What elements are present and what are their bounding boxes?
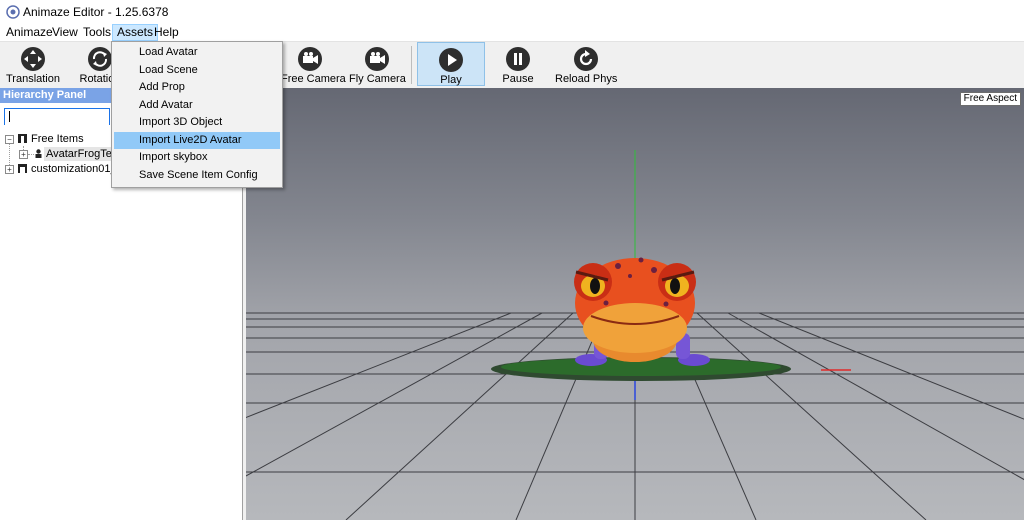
assets-dropdown-menu: Load Avatar Load Scene Add Prop Add Avat… xyxy=(111,41,283,188)
rotation-icon xyxy=(88,47,112,71)
menu-view[interactable]: View xyxy=(48,25,82,40)
play-label: Play xyxy=(440,74,462,86)
folder-node-icon xyxy=(18,134,27,143)
hierarchy-panel-title: Hierarchy Panel xyxy=(3,89,87,101)
translation-icon xyxy=(21,47,45,71)
fly-camera-label: Fly Camera xyxy=(349,73,406,85)
hierarchy-search-input[interactable] xyxy=(5,109,109,125)
pause-button[interactable]: Pause xyxy=(490,42,546,86)
pause-label: Pause xyxy=(502,73,534,85)
tree-item-avatar[interactable]: + AvatarFrogTest xyxy=(0,147,123,161)
menu-item-import-skybox[interactable]: Import skybox xyxy=(114,149,280,166)
camera-icon xyxy=(365,47,389,71)
free-camera-label: Free Camera xyxy=(281,73,346,85)
free-camera-button[interactable]: Free Camera xyxy=(281,42,346,86)
avatar-node-icon xyxy=(35,149,42,158)
fly-camera-button[interactable]: Fly Camera xyxy=(349,42,406,86)
tree-item-customization[interactable]: + customization01_sc xyxy=(0,162,128,176)
menu-item-save-scene-item-config[interactable]: Save Scene Item Config xyxy=(114,167,280,184)
menu-help[interactable]: Help xyxy=(150,25,183,40)
reload-icon xyxy=(574,47,598,71)
pause-icon xyxy=(506,47,530,71)
window-title: Animaze Editor - 1.25.6378 xyxy=(23,5,169,19)
translation-button[interactable]: Translation xyxy=(0,42,66,86)
toolbar-separator xyxy=(411,46,412,84)
play-button[interactable]: Play xyxy=(417,42,485,86)
reload-physics-button[interactable]: Reload Phys xyxy=(555,42,617,86)
reload-physics-label: Reload Phys xyxy=(555,73,618,85)
menu-item-import-live2d-avatar[interactable]: Import Live2D Avatar xyxy=(114,131,280,149)
collapse-icon[interactable]: − xyxy=(5,135,14,144)
hierarchy-search-field[interactable] xyxy=(4,108,110,125)
scene-viewport[interactable]: Free Aspect xyxy=(246,88,1024,520)
expand-icon[interactable]: + xyxy=(19,150,28,159)
frog-avatar xyxy=(574,257,710,366)
animaze-logo-icon xyxy=(6,5,20,19)
play-icon xyxy=(439,48,463,72)
tree-item-label: Free Items xyxy=(31,133,84,145)
aspect-ratio-dropdown[interactable]: Free Aspect xyxy=(959,92,1021,106)
translation-label: Translation xyxy=(5,73,60,85)
text-caret xyxy=(9,111,10,122)
scene-node-icon xyxy=(18,164,27,173)
menu-bar: Animaze View Tools Assets Help xyxy=(0,24,1024,42)
menu-item-load-avatar[interactable]: Load Avatar xyxy=(114,44,280,61)
menu-item-add-prop[interactable]: Add Prop xyxy=(114,79,280,96)
expand-icon[interactable]: + xyxy=(5,165,14,174)
menu-item-add-avatar[interactable]: Add Avatar xyxy=(114,97,280,114)
scene-canvas xyxy=(246,150,1024,520)
menu-tools[interactable]: Tools xyxy=(79,25,115,40)
title-bar: Animaze Editor - 1.25.6378 xyxy=(0,0,1024,24)
menu-item-import-3d-object[interactable]: Import 3D Object xyxy=(114,114,280,131)
menu-item-load-scene[interactable]: Load Scene xyxy=(114,62,280,79)
camera-icon xyxy=(298,47,322,71)
